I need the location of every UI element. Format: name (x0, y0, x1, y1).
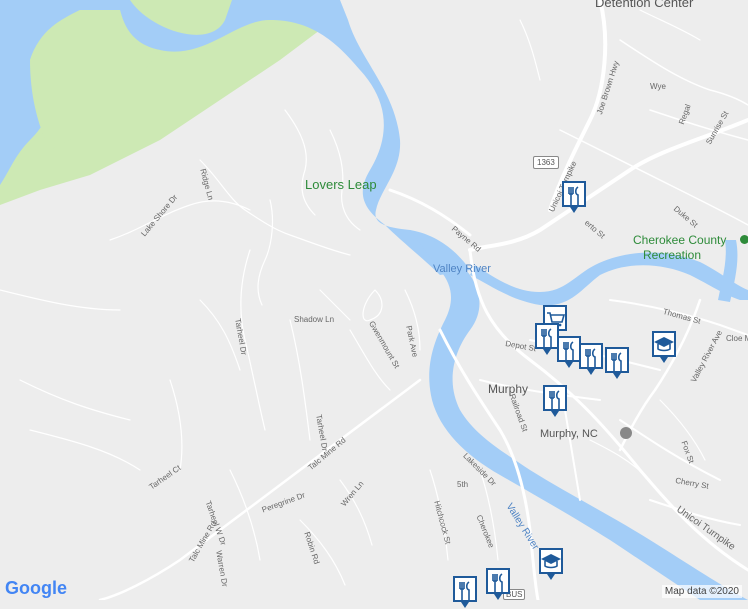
map-pin-restaurant-icon[interactable] (452, 575, 478, 609)
restaurant-icon (486, 568, 510, 600)
map-pin-restaurant-icon[interactable] (542, 384, 568, 418)
restaurant-icon (453, 576, 477, 608)
road-wye: Wye (650, 82, 666, 91)
place-murphy: Murphy (488, 382, 529, 396)
valley-river-water (470, 252, 748, 306)
place-lovers-leap[interactable]: Lovers Leap (305, 178, 377, 191)
map-pin-restaurant-icon[interactable] (578, 342, 604, 376)
restaurant-icon (605, 347, 629, 379)
restaurant-icon (562, 181, 586, 213)
google-logo-text: Google (5, 578, 67, 598)
google-logo[interactable]: Google (5, 578, 67, 599)
route-shield-1363: 1363 (533, 156, 559, 169)
road-5th: 5th (457, 480, 469, 489)
place-cherokee-recreation-line1[interactable]: Cherokee County (633, 234, 726, 246)
map-canvas[interactable] (0, 0, 748, 600)
place-murphy-nc[interactable]: Murphy, NC (540, 429, 598, 440)
road-shadow: Shadow Ln (294, 315, 335, 324)
map-pin-restaurant-icon[interactable] (485, 567, 511, 601)
school-icon (539, 548, 563, 580)
restaurant-icon (543, 385, 567, 417)
school-icon (652, 331, 676, 363)
place-detention-center: Detention Center (595, 0, 694, 10)
road-cloe: Cloe M (726, 334, 748, 343)
landmark-icon[interactable] (620, 427, 632, 439)
restaurant-icon (579, 343, 603, 375)
map-attribution[interactable]: Map data ©2020 (661, 585, 742, 598)
map-pin-school-icon[interactable] (538, 547, 564, 581)
map-pin-restaurant-icon[interactable] (561, 180, 587, 214)
park-marker-icon[interactable] (740, 235, 748, 244)
place-cherokee-recreation-line2[interactable]: Recreation (643, 249, 701, 261)
place-valley-river: Valley River (433, 263, 491, 275)
map-pin-restaurant-icon[interactable] (604, 346, 630, 380)
map-pin-school-icon[interactable] (651, 330, 677, 364)
